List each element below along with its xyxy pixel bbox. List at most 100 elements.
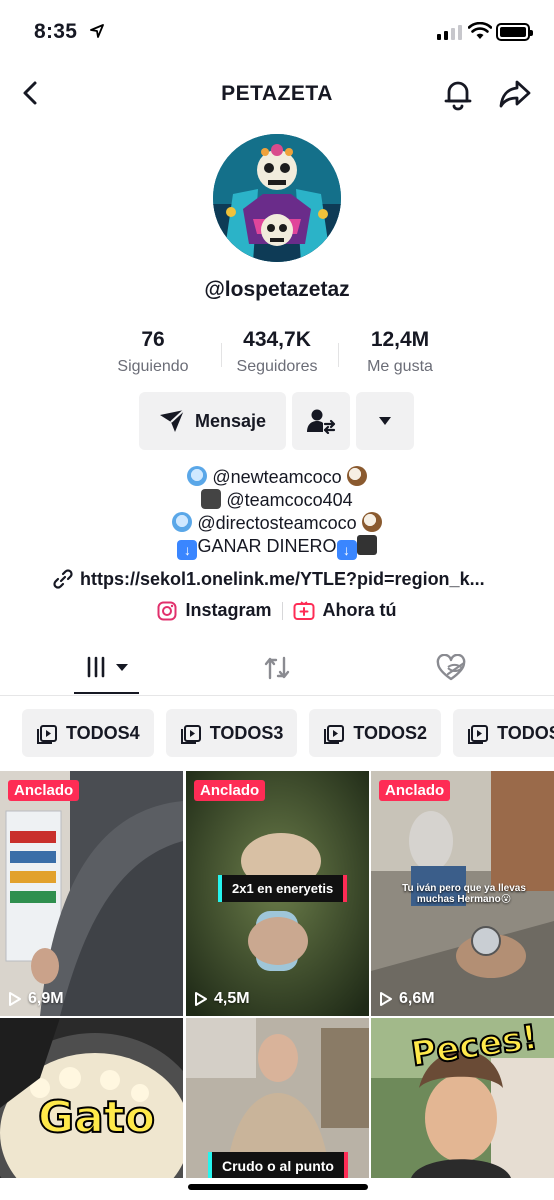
person-swap-icon: [307, 409, 336, 434]
add-video-icon: [293, 600, 315, 620]
status-time: 8:35: [34, 20, 78, 43]
profile-bio: @newteamcoco @teamcoco404 @directosteamc…: [0, 466, 554, 560]
bio-line: @newteamcoco: [0, 466, 554, 489]
message-button[interactable]: Mensaje: [139, 392, 286, 450]
bio-line-1[interactable]: @newteamcoco: [212, 467, 341, 487]
more-options-button[interactable]: [356, 392, 414, 450]
down-arrow-emoji-icon: ↓: [177, 540, 198, 560]
caret-down-icon: [379, 417, 391, 425]
play-outline-icon: [380, 992, 392, 1006]
avatar-skull-artwork: [213, 134, 341, 262]
pinned-badge: Anclado: [194, 780, 266, 801]
bio-line: @teamcoco404: [0, 489, 554, 512]
cold-face-emoji-icon: [172, 512, 193, 532]
bio-line: @directosteamcoco: [0, 512, 554, 535]
playlist-chip[interactable]: TODOS3: [165, 709, 298, 757]
stat-following-value: 76: [141, 328, 165, 351]
message-button-label: Mensaje: [194, 410, 267, 431]
share-arrow-icon[interactable]: [498, 78, 532, 110]
instagram-link[interactable]: Instagram: [157, 600, 272, 621]
play-outline-icon: [195, 992, 207, 1006]
playlist-icon: [37, 725, 57, 744]
stat-followers[interactable]: 434,7K Seguidores: [222, 328, 332, 376]
home-indicator: [188, 1184, 368, 1190]
instagram-icon: [157, 601, 177, 620]
profile-handle: @lospetazetaz: [204, 278, 350, 301]
stat-following-label: Siguiendo: [117, 358, 189, 375]
social-links: Instagram Ahora tú: [0, 600, 554, 621]
stat-divider: [338, 343, 339, 367]
video-caption: Tu iván pero que ya llevas muchas Herman…: [402, 883, 526, 905]
coconut-emoji-icon: [346, 466, 367, 486]
stat-likes[interactable]: 12,4M Me gusta: [350, 328, 450, 376]
top-navigation: PETAZETA: [0, 66, 554, 122]
view-count-value: 6,6M: [399, 990, 435, 1007]
videos-grid-icon: [87, 656, 128, 678]
video-thumbnail[interactable]: Crudo o al punto: [186, 1018, 369, 1178]
profile-link[interactable]: https://sekol1.onelink.me/YTLE?pid=regio…: [52, 568, 485, 590]
playlist-chip-label: TODOS4: [66, 722, 140, 743]
video-caption: Crudo o al punto: [208, 1152, 348, 1178]
stat-following[interactable]: 76 Siguiendo: [106, 328, 200, 376]
view-count-value: 6,9M: [28, 990, 64, 1007]
view-count: 6,6M: [379, 990, 435, 1008]
active-tab-indicator: [74, 692, 139, 694]
video-thumbnail[interactable]: Anclado 2x1 en eneryetis 4,5M: [186, 771, 369, 1016]
profile-link-text: https://sekol1.onelink.me/YTLE?pid=regio…: [80, 568, 485, 589]
playlist-chip[interactable]: TODOS: [453, 709, 554, 757]
ahora-tu-label: Ahora tú: [322, 600, 397, 620]
wifi-icon: [468, 22, 492, 39]
tab-liked[interactable]: [436, 653, 466, 687]
bio-line: ↓ GANAR DINERO ↓: [0, 535, 554, 560]
down-arrow-emoji-icon: ↓: [336, 540, 357, 560]
playlist-chip[interactable]: TODOS2: [309, 709, 442, 757]
stat-likes-label: Me gusta: [367, 358, 433, 375]
pinned-badge: Anclado: [8, 780, 80, 801]
avatar[interactable]: [213, 134, 341, 262]
ahora-tu-link[interactable]: Ahora tú: [293, 600, 397, 621]
cellular-signal-icon: [437, 24, 462, 40]
hidden-heart-icon: [436, 653, 466, 681]
video-thumbnail[interactable]: Peces!: [371, 1018, 554, 1178]
send-paperplane-icon: [159, 409, 185, 432]
coconut-emoji-icon: [361, 512, 382, 532]
video-thumbnail[interactable]: Anclado Tu iván pero que ya llevas mucha…: [371, 771, 554, 1016]
status-bar: 8:35: [0, 0, 554, 66]
playlist-chip-label: TODOS3: [209, 722, 284, 743]
play-outline-icon: [9, 992, 21, 1006]
video-caption: Gato: [37, 1091, 156, 1144]
playlist-icon: [180, 725, 201, 744]
playlist-icon: [324, 725, 345, 744]
video-thumbnail-image: [0, 771, 183, 1016]
playlist-icon: [468, 725, 489, 744]
location-arrow-icon: [90, 24, 104, 38]
playlist-chips: TODOS4 TODOS3 TODOS2 TODOS: [22, 709, 554, 757]
notification-bell-icon[interactable]: [440, 76, 476, 112]
bio-line-3[interactable]: @directosteamcoco: [197, 513, 356, 533]
camera-flash-emoji-icon: [201, 489, 222, 509]
view-count-value: 4,5M: [214, 990, 250, 1007]
suggested-accounts-button[interactable]: [292, 392, 350, 450]
video-thumbnail[interactable]: Gato: [0, 1018, 183, 1178]
playlist-chip-label: TODOS2: [353, 722, 428, 743]
video-thumbnail[interactable]: Anclado 6,9M: [0, 771, 183, 1016]
pinned-badge: Anclado: [379, 780, 451, 801]
playlist-chip-label: TODOS: [497, 722, 554, 743]
video-caption: 2x1 en eneryetis: [218, 875, 348, 902]
tab-videos[interactable]: [86, 654, 130, 685]
view-count: 4,5M: [194, 990, 250, 1008]
bio-line-2[interactable]: @teamcoco404: [226, 490, 352, 510]
bio-line-4: GANAR DINERO: [197, 536, 337, 556]
stat-followers-label: Seguidores: [236, 358, 318, 375]
instagram-label: Instagram: [185, 600, 272, 620]
playlist-chip[interactable]: TODOS4: [22, 709, 154, 757]
clapper-board-emoji-icon: [356, 535, 377, 555]
stat-likes-value: 12,4M: [370, 328, 430, 351]
view-count: 6,9M: [8, 990, 64, 1008]
link-chain-icon: [53, 569, 73, 589]
tab-reposts[interactable]: [262, 654, 292, 687]
battery-icon: [496, 23, 533, 41]
stat-followers-value: 434,7K: [243, 328, 311, 351]
profile-tabs: [0, 642, 554, 696]
social-divider: [281, 601, 283, 620]
